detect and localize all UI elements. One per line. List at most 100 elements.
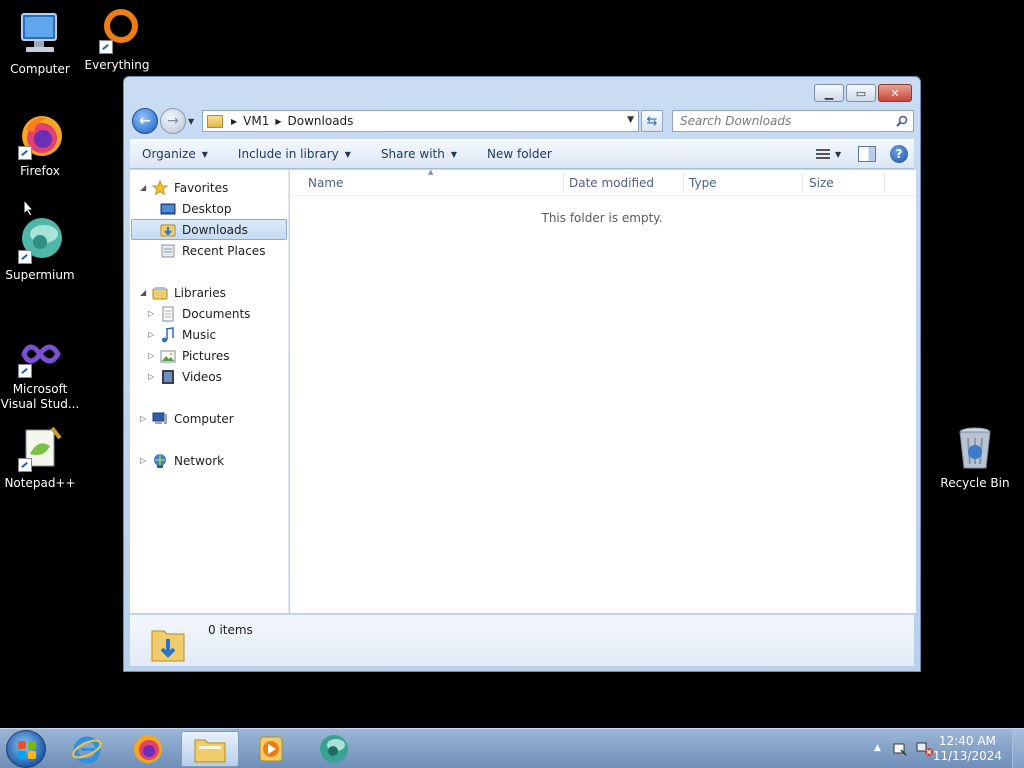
close-button[interactable]: ✕ bbox=[878, 84, 912, 102]
details-pane: 0 items bbox=[130, 614, 914, 666]
organize-button[interactable]: Organize ▼ bbox=[142, 147, 208, 161]
show-desktop-button[interactable] bbox=[1012, 729, 1024, 768]
back-button[interactable]: ← bbox=[132, 108, 158, 134]
nav-item-label: Pictures bbox=[182, 348, 230, 363]
mouse-cursor-icon bbox=[23, 199, 35, 217]
videos-icon bbox=[160, 369, 176, 385]
desktop-icon-notepadpp[interactable]: Notepad++ bbox=[0, 424, 80, 491]
taskbar-media-player[interactable] bbox=[242, 731, 300, 767]
recent-pages-dropdown[interactable]: ▼ bbox=[188, 117, 198, 126]
nav-item-documents[interactable]: ▷ Documents bbox=[148, 303, 250, 324]
refresh-button[interactable]: ⇆ bbox=[641, 110, 663, 132]
nav-item-label: Documents bbox=[182, 306, 251, 321]
column-divider[interactable] bbox=[802, 172, 803, 192]
breadcrumb-separator-icon[interactable]: ▶ bbox=[231, 117, 237, 126]
nav-item-recent-places[interactable]: Recent Places bbox=[160, 240, 265, 261]
computer-icon bbox=[16, 10, 64, 58]
nav-item-label: Recent Places bbox=[182, 243, 266, 258]
column-type[interactable]: Type bbox=[689, 176, 717, 190]
windows-logo-icon bbox=[18, 741, 36, 759]
minimize-button[interactable]: ▁ bbox=[814, 84, 844, 102]
new-folder-button[interactable]: New folder bbox=[487, 147, 552, 161]
breadcrumb-downloads[interactable]: Downloads bbox=[288, 114, 354, 128]
internet-explorer-icon bbox=[72, 736, 102, 764]
nav-item-libraries[interactable]: ◢ Libraries bbox=[140, 282, 226, 303]
nav-item-desktop[interactable]: Desktop bbox=[160, 198, 232, 219]
shortcut-arrow-icon bbox=[18, 364, 32, 378]
collapsed-arrow-icon[interactable]: ▷ bbox=[140, 414, 150, 423]
desktop-icon-supermium[interactable]: Supermium bbox=[0, 216, 80, 283]
desktop-icon-visual-studio[interactable]: Microsoft Visual Stud... bbox=[0, 330, 80, 412]
share-with-button[interactable]: Share with ▼ bbox=[381, 147, 457, 161]
help-button[interactable]: ? bbox=[890, 145, 908, 163]
nav-item-favorites[interactable]: ◢ Favorites bbox=[140, 177, 228, 198]
taskbar-supermium[interactable] bbox=[305, 731, 363, 767]
collapsed-arrow-icon[interactable]: ▷ bbox=[148, 351, 158, 360]
breadcrumb-separator-icon[interactable]: ▶ bbox=[275, 117, 281, 126]
address-row: ← → ▼ ▶ VM1 ▶ Downloads ▼ ⇆ bbox=[132, 107, 914, 135]
notepadpp-icon bbox=[16, 424, 64, 472]
preview-pane-button[interactable] bbox=[858, 146, 876, 162]
desktop-icon-computer[interactable]: Computer bbox=[0, 10, 80, 77]
shortcut-arrow-icon bbox=[99, 40, 113, 54]
view-list-icon bbox=[816, 149, 830, 159]
file-list-pane[interactable]: ▲ Name Date modified Type Size This fold… bbox=[290, 168, 916, 613]
supermium-icon bbox=[320, 735, 348, 763]
column-name[interactable]: Name bbox=[308, 176, 343, 190]
clock-date: 11/13/2024 bbox=[932, 749, 1002, 763]
search-icon[interactable] bbox=[896, 115, 908, 127]
column-divider[interactable] bbox=[563, 172, 564, 192]
visual-studio-icon bbox=[16, 330, 64, 378]
nav-item-label: Desktop bbox=[182, 201, 232, 216]
collapsed-arrow-icon[interactable]: ▷ bbox=[140, 456, 150, 465]
forward-button[interactable]: → bbox=[160, 108, 186, 134]
nav-item-videos[interactable]: ▷ Videos bbox=[148, 366, 222, 387]
column-divider[interactable] bbox=[683, 172, 684, 192]
nav-item-pictures[interactable]: ▷ Pictures bbox=[148, 345, 230, 366]
help-icon: ? bbox=[895, 147, 903, 161]
collapsed-arrow-icon[interactable]: ▷ bbox=[148, 330, 158, 339]
network-disconnected-icon[interactable] bbox=[916, 741, 934, 757]
column-size[interactable]: Size bbox=[809, 176, 834, 190]
search-input[interactable] bbox=[680, 114, 885, 128]
collapsed-arrow-icon[interactable]: ▷ bbox=[148, 309, 158, 318]
show-hidden-icons-button[interactable]: ▲ bbox=[874, 743, 881, 753]
taskbar-windows-explorer[interactable] bbox=[181, 731, 239, 767]
nav-item-label: Network bbox=[174, 453, 225, 468]
change-view-button[interactable]: ▼ bbox=[816, 144, 844, 164]
taskbar-firefox[interactable] bbox=[119, 731, 177, 767]
chevron-down-icon: ▼ bbox=[201, 149, 208, 159]
nav-item-music[interactable]: ▷ Music bbox=[148, 324, 216, 345]
forward-arrow-icon: → bbox=[167, 113, 179, 129]
include-in-library-button[interactable]: Include in library ▼ bbox=[238, 147, 351, 161]
desktop-icon-firefox[interactable]: Firefox bbox=[0, 112, 80, 179]
chevron-down-icon: ▼ bbox=[344, 149, 351, 159]
item-count: 0 items bbox=[208, 623, 253, 637]
collapsed-arrow-icon[interactable]: ▷ bbox=[148, 372, 158, 381]
nav-item-computer[interactable]: ▷ Computer bbox=[140, 408, 234, 429]
clock-time: 12:40 AM bbox=[938, 734, 996, 748]
breadcrumb-vm1[interactable]: VM1 bbox=[243, 114, 269, 128]
expanded-arrow-icon[interactable]: ◢ bbox=[140, 183, 150, 192]
nav-item-network[interactable]: ▷ Network bbox=[140, 450, 224, 471]
recycle-bin-icon bbox=[951, 424, 999, 472]
action-center-icon[interactable] bbox=[892, 741, 908, 757]
search-box[interactable] bbox=[672, 110, 914, 132]
desktop-icon-everything[interactable]: Everything bbox=[77, 6, 157, 73]
column-date-modified[interactable]: Date modified bbox=[569, 176, 654, 190]
maximize-button[interactable]: ▭ bbox=[846, 84, 876, 102]
start-button[interactable] bbox=[6, 730, 46, 768]
taskbar-internet-explorer[interactable] bbox=[58, 731, 116, 767]
desktop-icon-label: Notepad++ bbox=[4, 476, 76, 490]
clock[interactable]: 12:40 AM 11/13/2024 bbox=[933, 734, 1002, 764]
desktop-icon-recycle-bin[interactable]: Recycle Bin bbox=[935, 424, 1015, 491]
nav-item-downloads[interactable]: Downloads bbox=[131, 219, 287, 240]
expanded-arrow-icon[interactable]: ◢ bbox=[140, 288, 150, 297]
nav-item-label: Computer bbox=[174, 411, 234, 426]
column-divider[interactable] bbox=[884, 172, 885, 192]
downloads-folder-icon bbox=[151, 630, 185, 662]
address-bar[interactable]: ▶ VM1 ▶ Downloads ▼ bbox=[202, 110, 639, 132]
explorer-window: ▁ ▭ ✕ ← → ▼ ▶ VM1 ▶ Downloads ▼ ⇆ Organi… bbox=[123, 76, 921, 672]
address-dropdown-icon[interactable]: ▼ bbox=[627, 115, 634, 125]
minimize-icon: ▁ bbox=[824, 86, 834, 100]
